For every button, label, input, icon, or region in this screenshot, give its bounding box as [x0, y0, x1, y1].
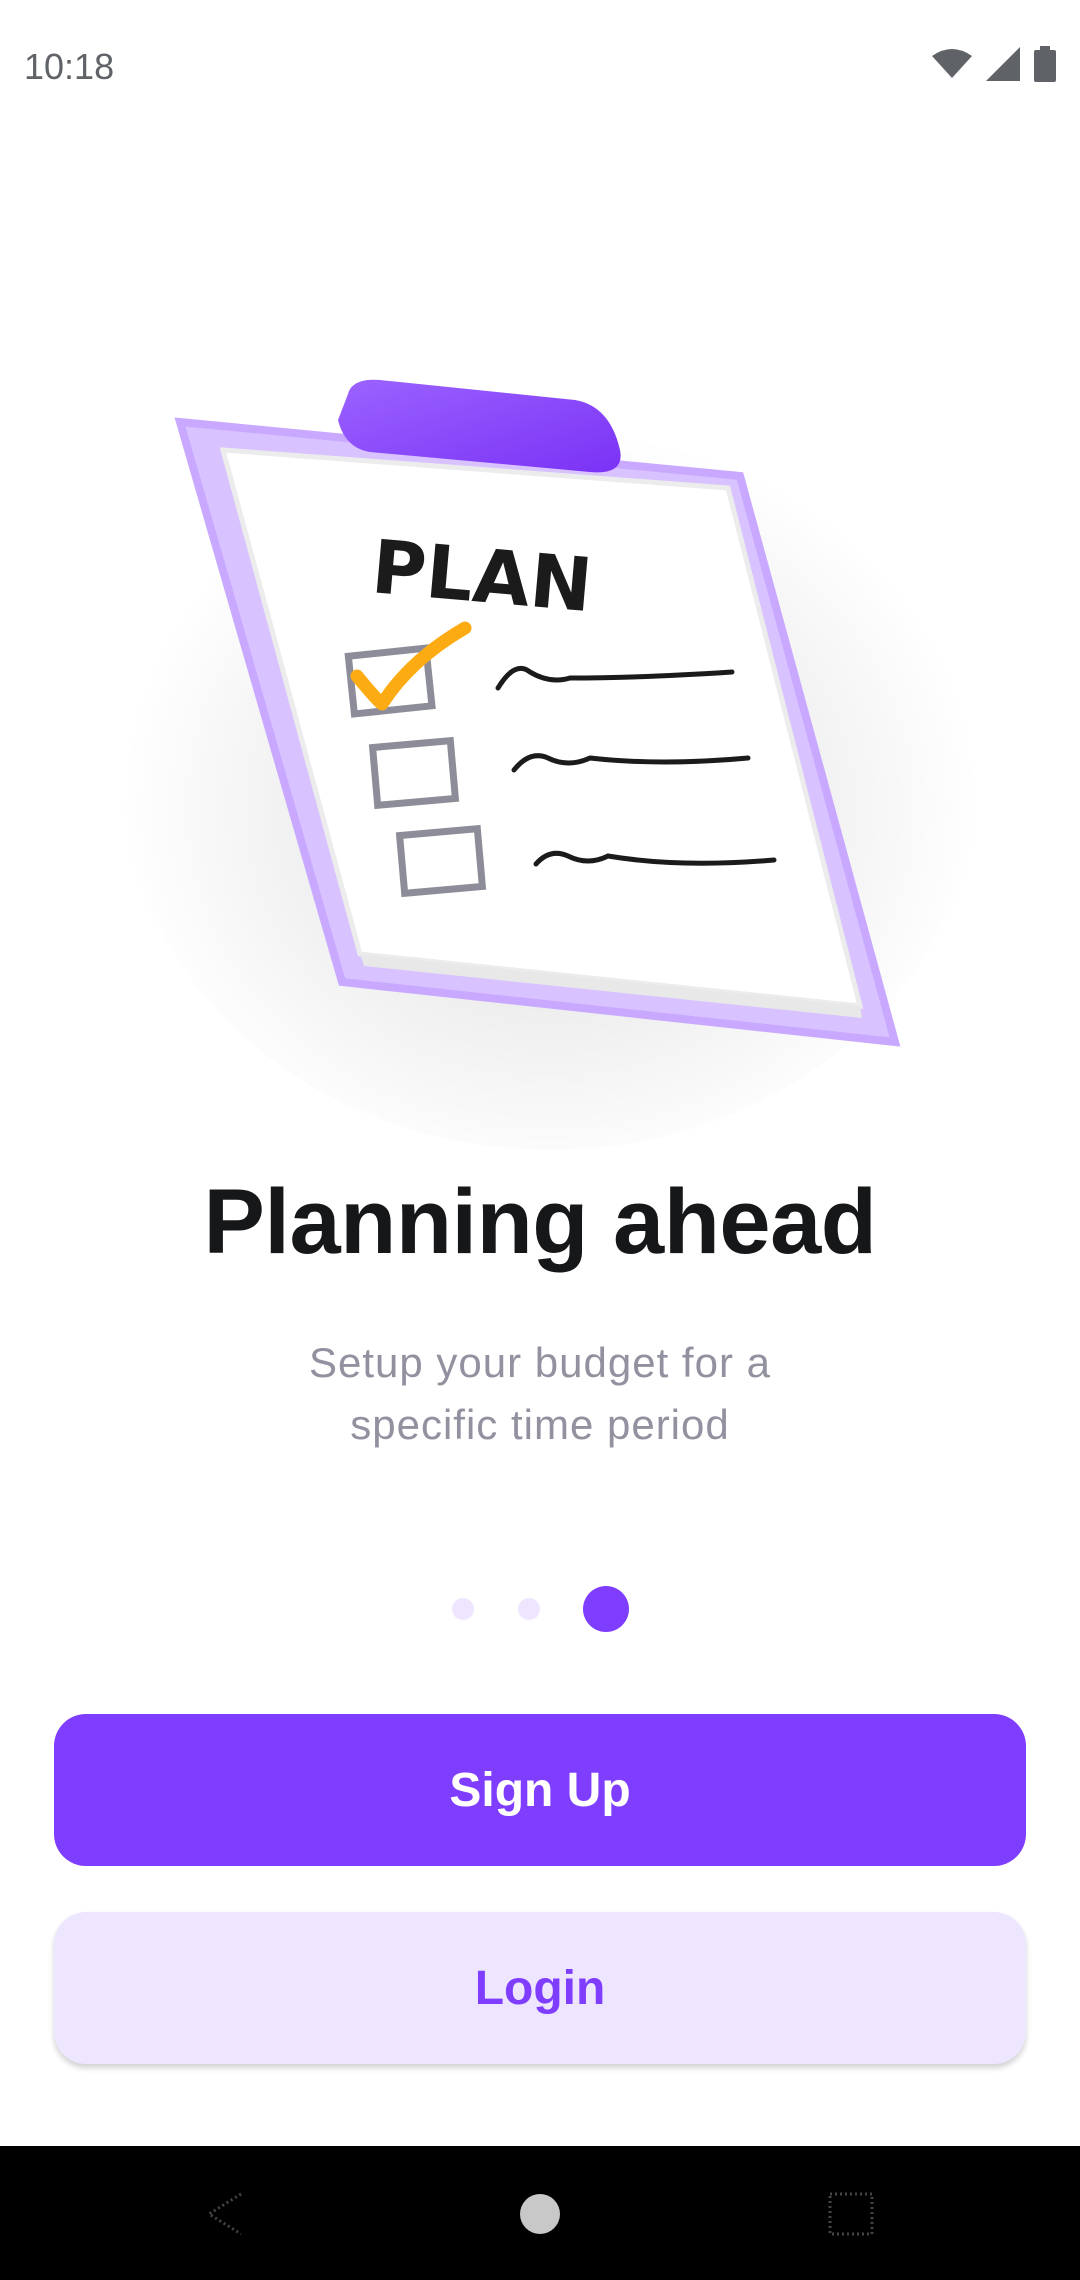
home-nav-icon[interactable] [520, 2194, 560, 2234]
plan-clipboard-illustration: PLAN [120, 370, 980, 1170]
status-time: 10:18 [24, 46, 115, 87]
onboarding-title: Planning ahead [203, 1171, 877, 1273]
system-navigation-bar [0, 2146, 1080, 2280]
sign-up-button[interactable]: Sign Up [54, 1714, 1026, 1866]
battery-icon [1034, 46, 1056, 82]
onboarding-subtitle: Setup your budget for a specific time pe… [309, 1339, 771, 1448]
page-dot-2 [518, 1598, 540, 1620]
cell-signal-icon [986, 47, 1020, 81]
page-dot-3-active [583, 1586, 629, 1632]
page-indicator [0, 1584, 1080, 1634]
status-bar: 10:18 [0, 0, 1080, 140]
back-nav-icon[interactable] [205, 2192, 245, 2236]
recent-apps-nav-icon[interactable] [828, 2192, 874, 2236]
wifi-icon [932, 49, 972, 78]
page-dot-1 [452, 1598, 474, 1620]
login-button[interactable]: Login [54, 1912, 1026, 2064]
status-icons [932, 46, 1056, 82]
